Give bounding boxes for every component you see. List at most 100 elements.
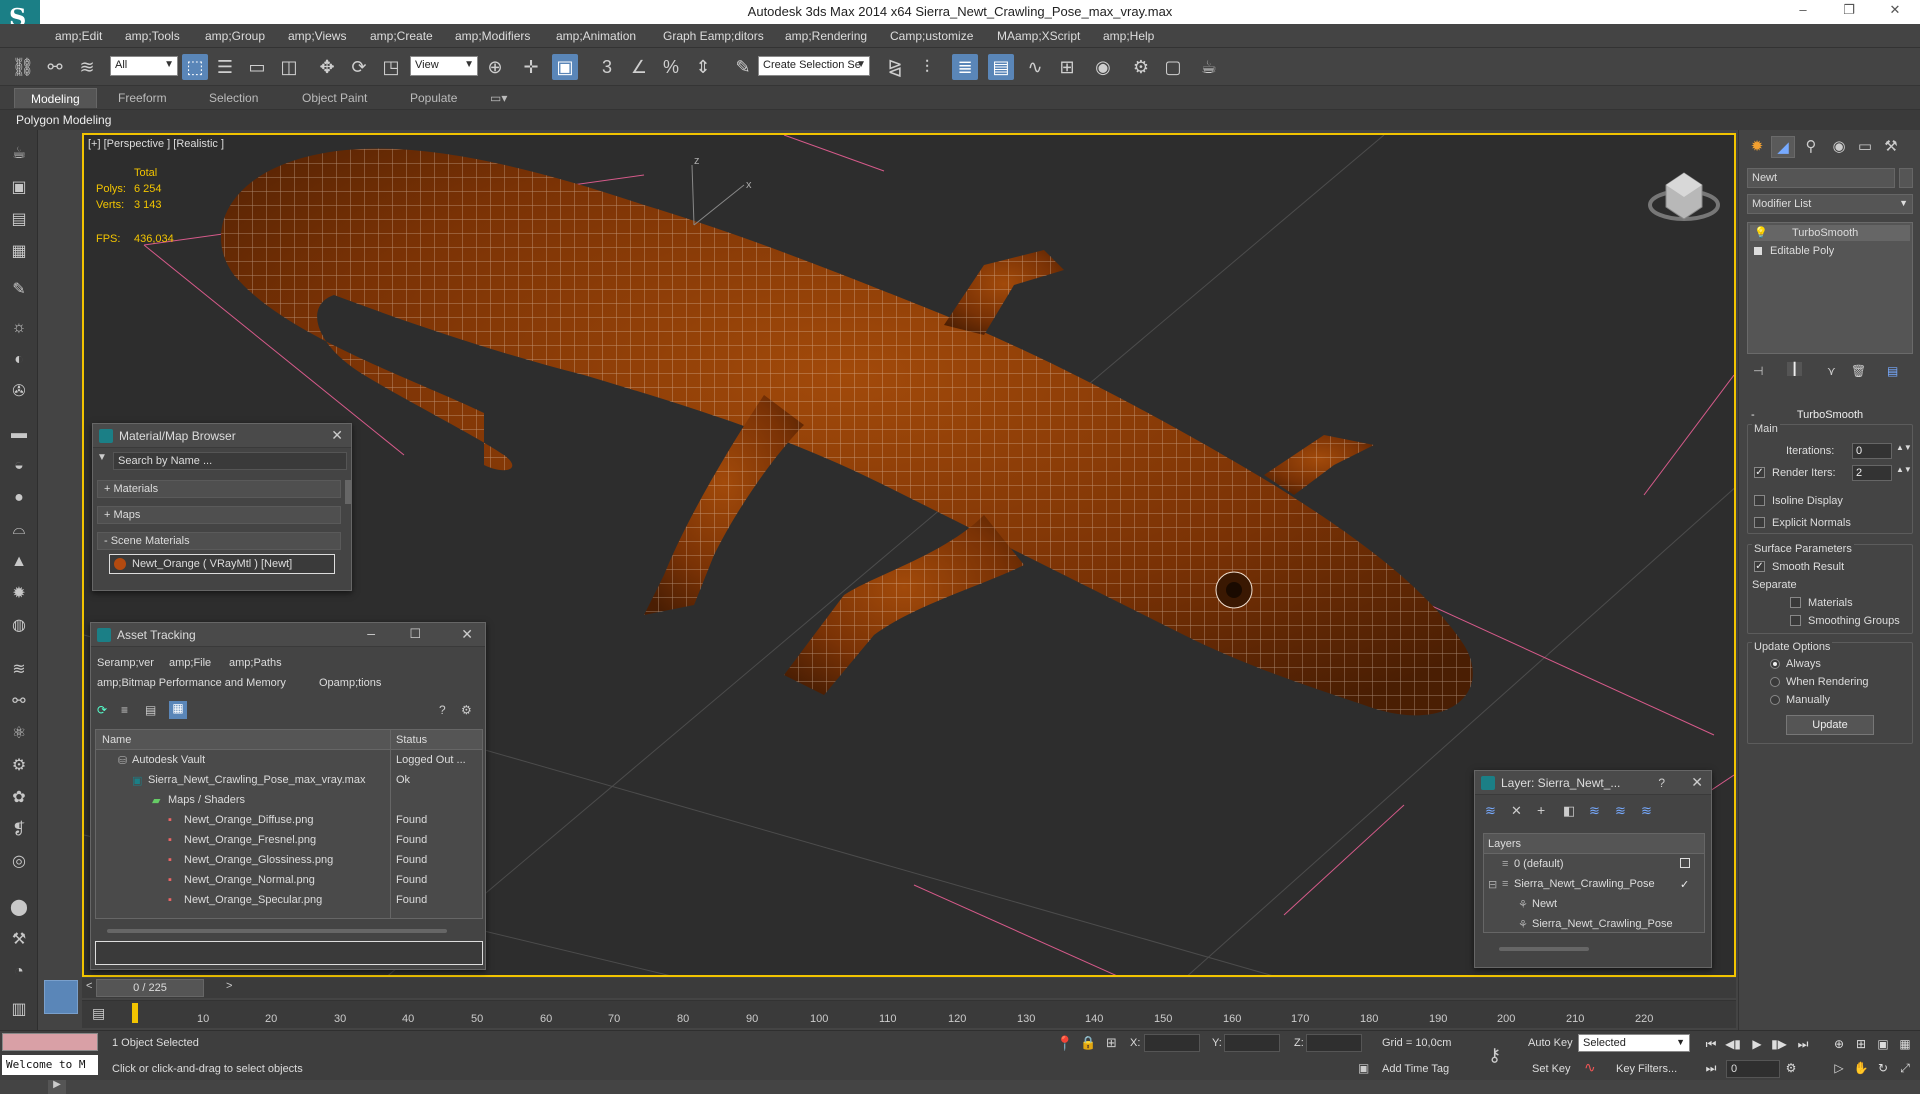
mini-viewport-toggle[interactable] bbox=[44, 980, 78, 1014]
maximize-icon[interactable]: ☐ bbox=[409, 626, 421, 642]
minimize-icon[interactable]: – bbox=[367, 625, 375, 641]
menu-customize[interactable]: Camp;ustomize bbox=[890, 29, 973, 43]
select-layer-icon[interactable]: ◧ bbox=[1563, 803, 1575, 819]
set-key-button[interactable]: Set Key bbox=[1532, 1063, 1571, 1075]
motion-tab-icon[interactable]: ◉ bbox=[1827, 136, 1851, 158]
grid-icon[interactable]: ▦ bbox=[7, 240, 31, 264]
manually-radio[interactable] bbox=[1770, 695, 1780, 705]
col-status[interactable]: Status bbox=[396, 734, 427, 746]
menu-help[interactable]: amp;Help bbox=[1103, 29, 1154, 43]
window-crossing-icon[interactable]: ◫ bbox=[276, 54, 302, 80]
table-row[interactable]: ▪ Newt_Orange_Normal.png Found bbox=[96, 872, 482, 888]
horizontal-scrollbar[interactable] bbox=[1499, 947, 1589, 951]
render-iters-spinner[interactable]: 2 bbox=[1852, 465, 1892, 481]
prev-frame-icon[interactable]: < bbox=[86, 980, 92, 992]
remove-modifier-icon[interactable]: 🗑 bbox=[1851, 364, 1866, 378]
menu-bitmap-performance[interactable]: amp;Bitmap Performance and Memory bbox=[97, 677, 286, 689]
document-icon[interactable]: ▤ bbox=[7, 208, 31, 232]
dna-icon[interactable]: ⚯ bbox=[7, 690, 31, 714]
search-options-icon[interactable]: ▼ bbox=[97, 452, 111, 468]
pan-icon[interactable]: ✋ bbox=[1852, 1059, 1870, 1077]
table-row[interactable]: ▪ Newt_Orange_Diffuse.png Found bbox=[96, 812, 482, 828]
field-of-view-icon[interactable]: ▷ bbox=[1830, 1059, 1848, 1077]
mini-curve-editor-icon[interactable]: ▤ bbox=[92, 1005, 105, 1022]
edit-named-selection-icon[interactable]: ✎ bbox=[730, 54, 756, 80]
freeze-all-icon[interactable]: ≋ bbox=[1641, 803, 1652, 819]
group-scene-materials[interactable]: - Scene Materials bbox=[97, 532, 341, 550]
table-row[interactable]: ▰ Maps / Shaders bbox=[96, 792, 482, 808]
grid-view-icon[interactable]: ▦ bbox=[169, 701, 187, 719]
pin-stack-icon[interactable]: ⊣ bbox=[1753, 364, 1763, 378]
material-editor-icon[interactable]: ◉ bbox=[1090, 54, 1116, 80]
key-mode-toggle-icon[interactable]: ⏭ bbox=[1702, 1059, 1720, 1077]
close-icon[interactable]: ✕ bbox=[1691, 774, 1703, 791]
layer-panel-titlebar[interactable]: Layer: Sierra_Newt_... ? ✕ bbox=[1475, 771, 1711, 795]
object-color-swatch[interactable] bbox=[1899, 168, 1913, 188]
isolate-selection-icon[interactable]: 📍 bbox=[1056, 1035, 1073, 1052]
render-icon[interactable]: ▣ bbox=[7, 176, 31, 200]
layer-item[interactable]: ⚘ Newt bbox=[1484, 896, 1704, 912]
graphite-toolbar-icon[interactable]: ▤ bbox=[988, 54, 1014, 80]
orb-icon[interactable]: ⬤ bbox=[7, 896, 31, 920]
curve-editor-icon[interactable]: ∿ bbox=[1022, 54, 1048, 80]
tools-icon[interactable]: ⚒ bbox=[7, 928, 31, 952]
scene-material-item[interactable]: Newt_Orange ( VRayMtl ) [Newt] bbox=[109, 554, 335, 574]
close-icon[interactable]: ✕ bbox=[331, 427, 343, 444]
search-input[interactable]: Search by Name ... bbox=[113, 452, 347, 470]
horizontal-scrollbar[interactable] bbox=[107, 929, 447, 933]
time-slider-thumb[interactable]: 0 / 225 bbox=[96, 979, 204, 997]
table-row[interactable]: ▣ Sierra_Newt_Crawling_Pose_max_vray.max… bbox=[96, 772, 482, 788]
smoothing-groups-checkbox[interactable] bbox=[1790, 615, 1801, 626]
asset-tracking-titlebar[interactable]: Asset Tracking – ☐ ✕ bbox=[91, 623, 485, 647]
menu-file[interactable]: amp;File bbox=[169, 657, 211, 669]
align-icon[interactable]: ⫶ bbox=[914, 54, 940, 80]
globe-icon[interactable]: ◍ bbox=[7, 614, 31, 638]
link-icon[interactable]: ⛓ bbox=[10, 54, 36, 80]
snaps-toggle-icon[interactable]: 3 bbox=[594, 54, 620, 80]
layer-item[interactable]: ⊟ ≡ Sierra_Newt_Crawling_Pose ✓ bbox=[1484, 876, 1704, 892]
move-icon[interactable]: ✥ bbox=[314, 54, 340, 80]
help-icon[interactable]: ? bbox=[439, 703, 446, 717]
plant-icon[interactable]: ✿ bbox=[7, 786, 31, 810]
key-filter-icon[interactable]: ∿ bbox=[1584, 1059, 1596, 1076]
time-slider[interactable]: < 0 / 225 > bbox=[82, 978, 1736, 998]
minimize-button[interactable]: – bbox=[1788, 2, 1818, 22]
spinner-arrows-icon[interactable]: ▲▼ bbox=[1896, 465, 1912, 474]
file-icon[interactable]: ▥ bbox=[7, 998, 31, 1022]
zoom-extents-all-icon[interactable]: ▦ bbox=[1896, 1035, 1914, 1053]
iterations-spinner[interactable]: 0 bbox=[1852, 443, 1892, 459]
helmet-icon[interactable]: ◐ bbox=[7, 348, 31, 372]
scale-icon[interactable]: ◳ bbox=[378, 54, 404, 80]
auto-key-button[interactable]: Auto Key bbox=[1528, 1037, 1573, 1049]
layer-manager-icon[interactable]: ≣ bbox=[952, 54, 978, 80]
render-iters-checkbox[interactable]: ✓ bbox=[1754, 467, 1765, 478]
maximize-viewport-icon[interactable]: ⤢ bbox=[1896, 1059, 1914, 1077]
mirror-icon[interactable]: ⧎ bbox=[882, 54, 908, 80]
menu-create[interactable]: amp;Create bbox=[370, 29, 433, 43]
refresh-icon[interactable]: ⟳ bbox=[97, 703, 111, 717]
when-rendering-radio[interactable] bbox=[1770, 677, 1780, 687]
maxscript-mini-listener[interactable]: Welcome to M bbox=[2, 1055, 98, 1075]
spinner-arrows-icon[interactable]: ▲▼ bbox=[1896, 443, 1912, 452]
tab-selection[interactable]: Selection bbox=[209, 91, 258, 105]
select-by-name-icon[interactable]: ☰ bbox=[212, 54, 238, 80]
materials-checkbox[interactable] bbox=[1790, 597, 1801, 608]
stack-item-editable-poly[interactable]: Editable Poly bbox=[1750, 243, 1910, 259]
menu-paths[interactable]: amp;Paths bbox=[229, 657, 282, 669]
render-production-icon[interactable]: ☕ bbox=[1196, 54, 1222, 80]
configure-sets-icon[interactable]: ▤ bbox=[1887, 364, 1898, 378]
table-row[interactable]: ▪ Newt_Orange_Glossiness.png Found bbox=[96, 852, 482, 868]
maxscript-listener-pink[interactable] bbox=[2, 1033, 98, 1051]
always-radio[interactable] bbox=[1770, 659, 1780, 669]
teapot-icon[interactable]: ☕ bbox=[7, 142, 31, 166]
goto-end-icon[interactable]: ⏭ bbox=[1794, 1035, 1812, 1053]
hide-all-icon[interactable]: ≋ bbox=[1615, 803, 1626, 819]
schematic-view-icon[interactable]: ⊞ bbox=[1054, 54, 1080, 80]
make-unique-icon[interactable]: ⋎ bbox=[1827, 364, 1836, 378]
pie-icon[interactable]: ◔ bbox=[7, 960, 31, 984]
current-frame-field[interactable]: 0 bbox=[1726, 1060, 1780, 1078]
layer-item[interactable]: ≡ 0 (default) bbox=[1484, 856, 1704, 872]
menu-maxscript[interactable]: MAamp;XScript bbox=[997, 29, 1080, 43]
table-row[interactable]: ▪ Newt_Orange_Specular.png Found bbox=[96, 892, 482, 908]
object-name-input[interactable]: Newt bbox=[1747, 168, 1895, 188]
